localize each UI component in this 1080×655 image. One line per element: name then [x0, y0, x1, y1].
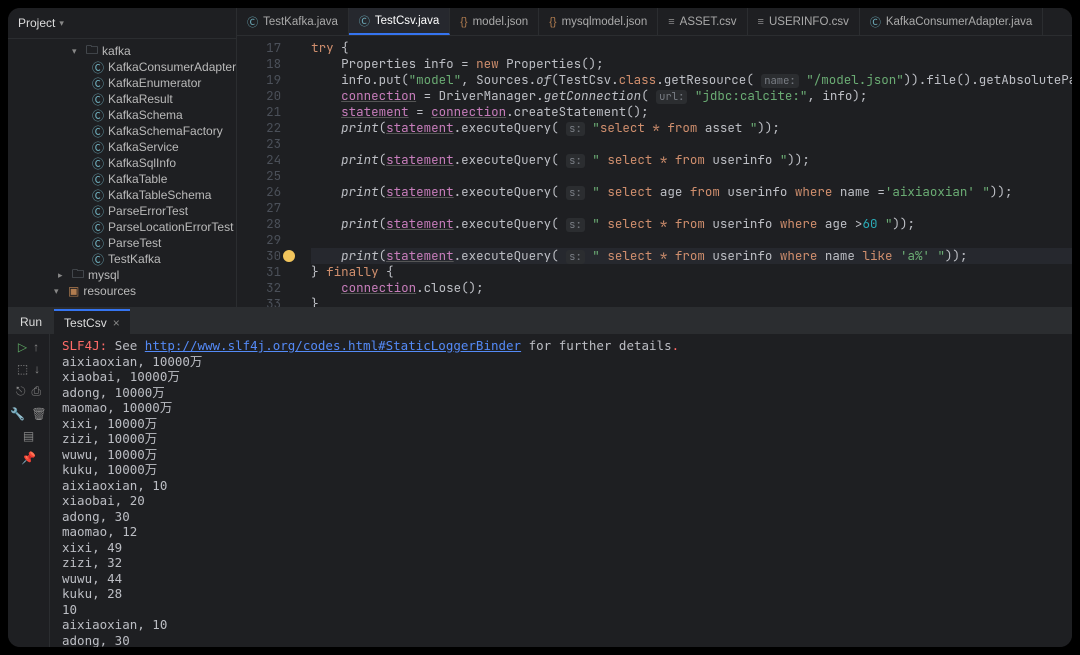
class-icon: Ⓒ	[92, 91, 104, 108]
rerun-icon[interactable]: ▷	[18, 340, 27, 354]
tree-file[interactable]: Ⓒ KafkaResult	[8, 91, 236, 107]
tree-label: ParseLocationErrorTest	[108, 220, 233, 234]
class-icon: Ⓒ	[92, 187, 104, 204]
class-icon: Ⓒ	[870, 14, 881, 30]
class-icon: Ⓒ	[92, 155, 104, 172]
tree-label: KafkaEnumerator	[108, 76, 201, 90]
class-icon: Ⓒ	[247, 14, 258, 30]
class-icon: Ⓒ	[92, 219, 104, 236]
editor-area: Ⓒ TestKafka.java Ⓒ TestCsv.java {} model.json…	[237, 8, 1072, 307]
tree-file[interactable]: Ⓒ KafkaTableSchema	[8, 187, 236, 203]
tree-file[interactable]: Ⓒ ParseLocationErrorTest	[8, 219, 236, 235]
run-label[interactable]: Run	[8, 315, 54, 329]
tree-label: TestKafka	[108, 252, 161, 266]
tree-label: KafkaConsumerAdapter	[108, 60, 236, 74]
down-icon[interactable]: ↓	[34, 362, 40, 376]
chevron-down-icon: ▾	[54, 286, 64, 297]
up-icon[interactable]: ↑	[33, 340, 39, 354]
tab-label: KafkaConsumerAdapter.java	[886, 16, 1032, 28]
json-icon: {}	[460, 16, 467, 28]
tree-label: KafkaTable	[108, 172, 167, 186]
editor-tab[interactable]: Ⓒ KafkaConsumerAdapter.java	[860, 8, 1043, 35]
resources-icon: ▣	[68, 284, 79, 298]
print-icon[interactable]: ⎙	[31, 384, 41, 399]
class-icon: Ⓒ	[92, 171, 104, 188]
tree-folder-mysql[interactable]: ▸ 🗀 mysql	[8, 267, 236, 283]
class-icon: Ⓒ	[92, 75, 104, 92]
tree-label: resources	[83, 284, 136, 298]
chevron-right-icon: ▸	[58, 270, 68, 281]
chevron-down-icon: ▾	[72, 46, 82, 57]
code-editor[interactable]: try { Properties info = new Properties()…	[297, 36, 1072, 307]
class-icon: Ⓒ	[92, 235, 104, 252]
trash-icon[interactable]: 🗑	[31, 407, 46, 421]
class-icon: Ⓒ	[92, 203, 104, 220]
stop-icon[interactable]: ⬚	[17, 362, 28, 376]
tab-label: TestKafka.java	[263, 16, 338, 28]
gutter: 1718192021222324252627282930313233	[237, 36, 297, 307]
tree-label: KafkaSqlInfo	[108, 156, 176, 170]
close-icon[interactable]: ×	[113, 316, 120, 330]
tree-file[interactable]: Ⓒ KafkaSqlInfo	[8, 155, 236, 171]
tree-file[interactable]: Ⓒ KafkaSchema	[8, 107, 236, 123]
editor-tab[interactable]: {} mysqlmodel.json	[539, 8, 658, 35]
tree-label: kafka	[102, 44, 131, 58]
tree-label: KafkaSchemaFactory	[108, 124, 223, 138]
project-title: Project	[18, 16, 55, 30]
tree-label: KafkaResult	[108, 92, 173, 106]
tree-file[interactable]: Ⓒ ParseTest	[8, 235, 236, 251]
editor-tab[interactable]: {} model.json	[450, 8, 539, 35]
editor-tabs: Ⓒ TestKafka.java Ⓒ TestCsv.java {} model.json…	[237, 8, 1072, 36]
editor-tab[interactable]: Ⓒ TestCsv.java	[349, 8, 450, 35]
layout-icon[interactable]: ▤	[23, 429, 34, 443]
json-icon: {}	[549, 16, 556, 28]
pin-icon[interactable]: 📌	[21, 451, 36, 465]
class-icon: Ⓒ	[92, 251, 104, 268]
run-toolbar: Run TestCsv ×	[8, 308, 1072, 334]
tab-label: ASSET.csv	[680, 16, 737, 28]
run-tab-label: TestCsv	[64, 316, 107, 330]
class-icon: Ⓒ	[92, 139, 104, 156]
settings-icon[interactable]: 🔧	[10, 407, 25, 421]
tab-label: TestCsv.java	[375, 15, 439, 27]
console-output[interactable]: SLF4J: See http://www.slf4j.org/codes.ht…	[50, 334, 1072, 647]
tree-label: mysql	[88, 268, 119, 282]
tree-label: ParseTest	[108, 236, 161, 250]
editor-tab[interactable]: ≡ ASSET.csv	[658, 8, 747, 35]
tab-label: USERINFO.csv	[769, 16, 849, 28]
tab-label: model.json	[473, 16, 529, 28]
project-sidebar: Project ▾ ▾ 🗀 kafka Ⓒ KafkaConsumerAdapte…	[8, 8, 237, 307]
class-icon: Ⓒ	[92, 59, 104, 76]
tab-label: mysqlmodel.json	[562, 16, 648, 28]
class-icon: Ⓒ	[359, 13, 370, 29]
tree-file[interactable]: Ⓒ ParseErrorTest	[8, 203, 236, 219]
text-icon: ≡	[668, 16, 674, 28]
tree-label: KafkaTableSchema	[108, 188, 211, 202]
run-tool-buttons: ▷ ↑ ⬚ ↓ ⎋ ⎙ 🔧 🗑 ▤ 📌	[8, 334, 50, 647]
tree-label: KafkaService	[108, 140, 179, 154]
class-icon: Ⓒ	[92, 123, 104, 140]
chevron-down-icon: ▾	[59, 18, 64, 29]
exit-icon[interactable]: ⎋	[16, 384, 26, 399]
tree-file[interactable]: Ⓒ KafkaEnumerator	[8, 75, 236, 91]
class-icon: Ⓒ	[92, 107, 104, 124]
slf4j-link[interactable]: http://www.slf4j.org/codes.html#StaticLo…	[145, 338, 521, 353]
editor-tab[interactable]: Ⓒ TestKafka.java	[237, 8, 349, 35]
editor-tab[interactable]: ≡ USERINFO.csv	[748, 8, 860, 35]
project-header[interactable]: Project ▾	[8, 8, 236, 39]
tree-file[interactable]: Ⓒ KafkaTable	[8, 171, 236, 187]
tree-folder-resources[interactable]: ▾ ▣ resources	[8, 283, 236, 299]
project-tree: ▾ 🗀 kafka Ⓒ KafkaConsumerAdapter Ⓒ KafkaEnu…	[8, 39, 236, 307]
bulb-icon[interactable]	[283, 250, 295, 262]
tree-file[interactable]: Ⓒ KafkaConsumerAdapter	[8, 59, 236, 75]
run-tab[interactable]: TestCsv ×	[54, 309, 130, 334]
tree-label: ParseErrorTest	[108, 204, 188, 218]
folder-icon: 🗀	[72, 265, 84, 286]
tree-label: KafkaSchema	[108, 108, 183, 122]
text-icon: ≡	[758, 16, 764, 28]
tree-file[interactable]: Ⓒ KafkaSchemaFactory	[8, 123, 236, 139]
tree-folder-kafka[interactable]: ▾ 🗀 kafka	[8, 43, 236, 59]
tree-file[interactable]: Ⓒ TestKafka	[8, 251, 236, 267]
tree-file[interactable]: Ⓒ KafkaService	[8, 139, 236, 155]
